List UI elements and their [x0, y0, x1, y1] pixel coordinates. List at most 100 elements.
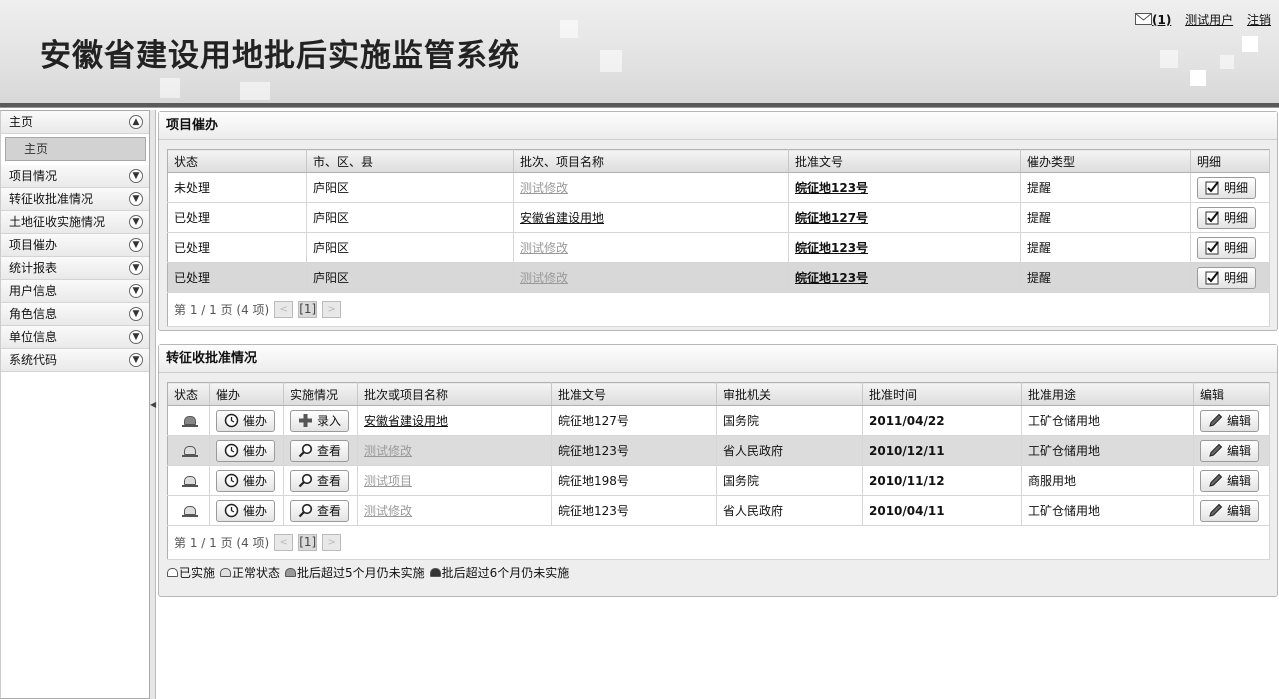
detail-button[interactable]: 明细: [1197, 176, 1257, 199]
doc-link[interactable]: 皖征地123号: [795, 271, 868, 285]
pencil-icon: [1208, 503, 1223, 518]
logout-link[interactable]: 注销: [1247, 13, 1271, 27]
plus-icon: [298, 413, 313, 428]
project-link[interactable]: 安徽省建设用地: [364, 414, 448, 428]
mail-icon[interactable]: [1134, 13, 1152, 28]
next-page-button[interactable]: >: [322, 301, 342, 318]
detail-button[interactable]: 明细: [1197, 266, 1257, 289]
column-header[interactable]: 批准时间: [862, 382, 1022, 406]
sidebar-item-units[interactable]: 单位信息 ▼: [1, 326, 149, 349]
status-icon: [182, 475, 198, 487]
page-number[interactable]: [1]: [298, 534, 318, 551]
page-number[interactable]: [1]: [298, 301, 318, 318]
chevron-down-icon[interactable]: ▼: [129, 192, 143, 206]
column-header[interactable]: 市、区、县: [306, 149, 514, 173]
magnifier-icon: [298, 473, 313, 488]
doc-link[interactable]: 皖征地127号: [795, 211, 868, 225]
sidebar-item-codes[interactable]: 系统代码 ▼: [1, 349, 149, 372]
column-header[interactable]: 状态: [167, 382, 210, 406]
view-button[interactable]: 查看: [290, 439, 350, 462]
project-link[interactable]: 测试修改: [520, 271, 568, 285]
urge-button[interactable]: 催办: [216, 499, 276, 522]
edit-button[interactable]: 编辑: [1200, 409, 1260, 432]
org-cell: 国务院: [716, 465, 863, 496]
prev-page-button[interactable]: <: [274, 301, 294, 318]
view-button[interactable]: 查看: [290, 469, 350, 492]
doc-link[interactable]: 皖征地123号: [795, 181, 868, 195]
table-row[interactable]: 催办 查看 测试项目 皖征地198号 国务院 2010/11/12 商服用地 编…: [167, 465, 1270, 496]
column-header[interactable]: 批准文号: [551, 382, 717, 406]
sidebar-item-home[interactable]: 主页 ▲: [1, 111, 149, 134]
chevron-down-icon[interactable]: ▼: [129, 353, 143, 367]
sidebar-item-implementation[interactable]: 土地征收实施情况 ▼: [1, 211, 149, 234]
table-row[interactable]: 已处理 庐阳区 测试修改 皖征地123号 提醒 明细: [167, 262, 1270, 293]
status-legend: 已实施 正常状态 批后超过5个月仍未实施 批后超过6个月仍未实施: [167, 564, 569, 581]
project-link[interactable]: 测试修改: [520, 241, 568, 255]
column-header[interactable]: 批准用途: [1021, 382, 1194, 406]
table-row[interactable]: 未处理 庐阳区 测试修改 皖征地123号 提醒 明细: [167, 172, 1270, 203]
chevron-down-icon[interactable]: ▼: [129, 330, 143, 344]
sidebar-item-label: 项目催办: [9, 238, 58, 252]
chevron-down-icon[interactable]: ▼: [129, 261, 143, 275]
doc-link[interactable]: 皖征地123号: [795, 241, 868, 255]
view-button[interactable]: 查看: [290, 499, 350, 522]
column-header[interactable]: 批准文号: [788, 149, 1021, 173]
area-cell: 庐阳区: [306, 202, 514, 233]
mail-count[interactable]: (1): [1152, 13, 1171, 27]
table-row[interactable]: 催办 录入 安徽省建设用地 皖征地127号 国务院 2011/04/22 工矿仓…: [167, 405, 1270, 436]
sidebar-subitem-home[interactable]: 主页: [5, 137, 146, 161]
urge-button[interactable]: 催办: [216, 409, 276, 432]
user-link[interactable]: 测试用户: [1185, 13, 1233, 27]
org-cell: 省人民政府: [716, 435, 863, 466]
project-link[interactable]: 测试修改: [364, 444, 412, 458]
sidebar-item-reports[interactable]: 统计报表 ▼: [1, 257, 149, 280]
edit-button[interactable]: 编辑: [1200, 469, 1260, 492]
sidebar-item-label: 土地征收实施情况: [9, 215, 106, 229]
detail-button[interactable]: 明细: [1197, 206, 1257, 229]
sidebar-item-roles[interactable]: 角色信息 ▼: [1, 303, 149, 326]
table-row[interactable]: 催办 查看 测试修改 皖征地123号 省人民政府 2010/12/11 工矿仓储…: [167, 435, 1270, 466]
pencil-icon: [1208, 473, 1223, 488]
column-header[interactable]: 实施情况: [283, 382, 358, 406]
sidebar-item-users[interactable]: 用户信息 ▼: [1, 280, 149, 303]
edit-button[interactable]: 编辑: [1200, 499, 1260, 522]
pager-text: 第 1 / 1 页 (4 项): [174, 303, 270, 317]
chevron-down-icon[interactable]: ▼: [129, 215, 143, 229]
project-link[interactable]: 测试修改: [520, 181, 568, 195]
chevron-up-icon[interactable]: ▲: [129, 115, 143, 129]
sidebar-item-approval[interactable]: 转征收批准情况 ▼: [1, 188, 149, 211]
clock-icon: [224, 473, 239, 488]
table-row[interactable]: 已处理 庐阳区 安徽省建设用地 皖征地127号 提醒 明细: [167, 202, 1270, 233]
column-header[interactable]: 状态: [167, 149, 307, 173]
project-link[interactable]: 测试修改: [364, 504, 412, 518]
project-link[interactable]: 安徽省建设用地: [520, 211, 604, 225]
column-header[interactable]: 审批机关: [716, 382, 863, 406]
area-cell: 庐阳区: [306, 232, 514, 263]
next-page-button[interactable]: >: [322, 534, 342, 551]
table-row[interactable]: 催办 查看 测试修改 皖征地123号 省人民政府 2010/04/11 工矿仓储…: [167, 495, 1270, 526]
entry-button[interactable]: 录入: [290, 409, 350, 432]
urge-label: 催办: [243, 504, 268, 518]
detail-button[interactable]: 明细: [1197, 236, 1257, 259]
project-link[interactable]: 测试项目: [364, 474, 412, 488]
prev-page-button[interactable]: <: [274, 534, 294, 551]
column-header[interactable]: 催办: [209, 382, 284, 406]
collapse-arrow-icon[interactable]: ◀: [150, 400, 156, 409]
implemented-icon: [167, 568, 178, 577]
sidebar-splitter[interactable]: ◀: [150, 110, 156, 699]
column-header[interactable]: 批次或项目名称: [357, 382, 552, 406]
urge-button[interactable]: 催办: [216, 469, 276, 492]
table-row[interactable]: 已处理 庐阳区 测试修改 皖征地123号 提醒 明细: [167, 232, 1270, 263]
sidebar-item-urge[interactable]: 项目催办 ▼: [1, 234, 149, 257]
urge-button[interactable]: 催办: [216, 439, 276, 462]
chevron-down-icon[interactable]: ▼: [129, 169, 143, 183]
column-header[interactable]: 催办类型: [1020, 149, 1191, 173]
chevron-down-icon[interactable]: ▼: [129, 284, 143, 298]
chevron-down-icon[interactable]: ▼: [129, 238, 143, 252]
edit-button[interactable]: 编辑: [1200, 439, 1260, 462]
column-header[interactable]: 批次、项目名称: [513, 149, 789, 173]
column-header[interactable]: 明细: [1190, 149, 1270, 173]
sidebar-item-projects[interactable]: 项目情况 ▼: [1, 165, 149, 188]
chevron-down-icon[interactable]: ▼: [129, 307, 143, 321]
column-header[interactable]: 编辑: [1193, 382, 1270, 406]
